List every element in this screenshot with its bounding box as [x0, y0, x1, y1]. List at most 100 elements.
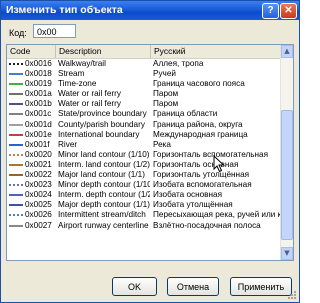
- cell-description: Airport runway centerline: [58, 220, 149, 230]
- line-style-swatch: [9, 73, 23, 76]
- help-button[interactable]: ?: [262, 3, 279, 19]
- cell-code: 0x0022: [25, 170, 52, 180]
- cell-code: 0x0027: [25, 220, 52, 230]
- cell-code: 0x0023: [25, 180, 52, 190]
- cell-description: International boundary: [58, 129, 140, 139]
- code-input[interactable]: 0x00: [33, 24, 76, 38]
- cell-description: Major land contour (1/1): [58, 170, 145, 180]
- cell-code: 0x0026: [25, 210, 52, 220]
- window-title: Изменить тип объекта: [6, 4, 123, 16]
- cell-description: Stream: [58, 69, 85, 79]
- cell-russian: Граница района, округа: [153, 119, 243, 129]
- mouse-pointer-icon: [213, 155, 225, 173]
- column-header-description[interactable]: Description: [56, 45, 151, 58]
- cell-description: Water or rail ferry: [58, 89, 121, 99]
- title-bar[interactable]: Изменить тип объекта ? ✕: [1, 1, 299, 20]
- column-header-russian[interactable]: Русский: [151, 45, 281, 58]
- cell-russian: Ручей: [153, 69, 176, 79]
- cancel-button[interactable]: Отмена: [167, 277, 219, 296]
- list-header: Code Description Русский: [7, 45, 281, 59]
- cell-code: 0x001d: [25, 119, 52, 129]
- ok-button[interactable]: OK: [112, 277, 157, 296]
- line-style-swatch: [9, 153, 23, 156]
- cell-code: 0x001a: [25, 89, 52, 99]
- cell-russian: Паром: [153, 89, 179, 99]
- table-row[interactable]: 0x0020 Minor land contour (1/10) Горизонта…: [7, 150, 281, 160]
- cell-russian: Международная граница: [153, 129, 248, 139]
- cell-code: 0x0016: [25, 59, 52, 68]
- line-style-swatch: [9, 174, 23, 177]
- line-style-swatch: [9, 184, 23, 187]
- cell-russian: Изобата вспомогательная: [153, 180, 252, 190]
- line-style-swatch: [9, 113, 23, 116]
- cell-description: County/parish boundary: [58, 119, 145, 129]
- column-header-code[interactable]: Code: [7, 45, 56, 58]
- table-row[interactable]: 0x001a Water or rail ferry Паром: [7, 89, 281, 99]
- cell-code: 0x0021: [25, 159, 52, 169]
- table-row[interactable]: 0x0025 Major depth contour (1/1) Изобата у…: [7, 200, 281, 210]
- line-style-swatch: [9, 83, 23, 86]
- table-row[interactable]: 0x001c State/province boundary Граница обл…: [7, 109, 281, 119]
- table-row[interactable]: 0x0016 Walkway/trail Аллея, тропа: [7, 59, 281, 69]
- cell-code: 0x0025: [25, 200, 52, 210]
- cell-russian: Изобата утолщённая: [153, 200, 233, 210]
- line-style-swatch: [9, 103, 23, 106]
- cell-russian: Паром: [153, 99, 179, 109]
- line-style-swatch: [9, 163, 23, 166]
- close-button[interactable]: ✕: [280, 3, 297, 19]
- cell-code: 0x001e: [25, 129, 52, 139]
- table-row[interactable]: 0x0018 Stream Ручей: [7, 69, 281, 79]
- cell-code: 0x0019: [25, 79, 52, 89]
- scroll-down-arrow-icon[interactable]: ▼: [281, 247, 293, 260]
- cell-russian: Граница часового пояса: [153, 79, 245, 89]
- cell-russian: Река: [153, 139, 171, 149]
- cell-russian: Взлётно-посадочная полоса: [153, 220, 261, 230]
- dialog-window: Изменить тип объекта ? ✕ Код: 0x00 Code …: [0, 0, 300, 303]
- table-row[interactable]: 0x0023 Minor depth contour (1/10) Изобата …: [7, 180, 281, 190]
- table-row[interactable]: 0x0027 Airport runway centerline Взлётно-п…: [7, 221, 281, 231]
- cell-description: Interm. land contour (1/2): [58, 159, 150, 169]
- cell-description: State/province boundary: [58, 109, 147, 119]
- line-style-swatch: [9, 194, 23, 197]
- table-row[interactable]: 0x0026 Intermittent stream/ditch Пересыхаю…: [7, 210, 281, 220]
- cell-russian: Граница области: [153, 109, 218, 119]
- code-label: Код:: [9, 28, 27, 38]
- resize-grip-icon[interactable]: [287, 290, 297, 300]
- cell-russian: Изобата основная: [153, 190, 223, 200]
- scroll-thumb[interactable]: [281, 110, 293, 240]
- apply-button[interactable]: Применить: [230, 277, 292, 296]
- cell-russian: Аллея, тропа: [153, 59, 204, 68]
- vertical-scrollbar[interactable]: ▲ ▼: [280, 45, 293, 260]
- cell-description: Minor land contour (1/10): [58, 149, 150, 159]
- cell-code: 0x001f: [25, 139, 50, 149]
- table-row[interactable]: 0x0019 Time-zone Граница часового пояса: [7, 79, 281, 89]
- cell-description: Walkway/trail: [58, 59, 106, 68]
- line-style-swatch: [9, 63, 23, 65]
- cell-description: Interm. depth contour (1/2): [58, 190, 150, 200]
- list-rows: 0x0016 Walkway/trail Аллея, тропа 0x0018 Str…: [7, 59, 281, 231]
- scroll-up-arrow-icon[interactable]: ▲: [281, 45, 293, 58]
- line-style-swatch: [9, 224, 23, 227]
- table-row[interactable]: 0x001e International boundary Международна…: [7, 130, 281, 140]
- line-style-swatch: [9, 214, 23, 217]
- cell-code: 0x0018: [25, 69, 52, 79]
- cell-code: 0x0020: [25, 149, 52, 159]
- table-row[interactable]: 0x001f River Река: [7, 140, 281, 150]
- cell-description: Time-zone: [58, 79, 97, 89]
- table-row[interactable]: 0x0022 Major land contour (1/1) Горизонтал…: [7, 170, 281, 180]
- line-style-swatch: [9, 143, 23, 146]
- table-row[interactable]: 0x0024 Interm. depth contour (1/2) Изобата…: [7, 190, 281, 200]
- cell-description: Minor depth contour (1/10): [58, 180, 150, 190]
- object-type-list[interactable]: Code Description Русский 0x0016 Walkway/t…: [6, 44, 294, 261]
- cell-description: Major depth contour (1/1): [58, 200, 150, 210]
- line-style-swatch: [9, 123, 23, 126]
- table-row[interactable]: 0x0021 Interm. land contour (1/2) Горизонт…: [7, 160, 281, 170]
- line-style-swatch: [9, 93, 23, 96]
- table-row[interactable]: 0x001b Water or rail ferry Паром: [7, 99, 281, 109]
- cell-description: Water or rail ferry: [58, 99, 121, 109]
- cell-code: 0x001c: [25, 109, 52, 119]
- line-style-swatch: [9, 204, 23, 207]
- table-row[interactable]: 0x001d County/parish boundary Граница райо…: [7, 120, 281, 130]
- cell-description: River: [58, 139, 78, 149]
- cell-code: 0x0024: [25, 190, 52, 200]
